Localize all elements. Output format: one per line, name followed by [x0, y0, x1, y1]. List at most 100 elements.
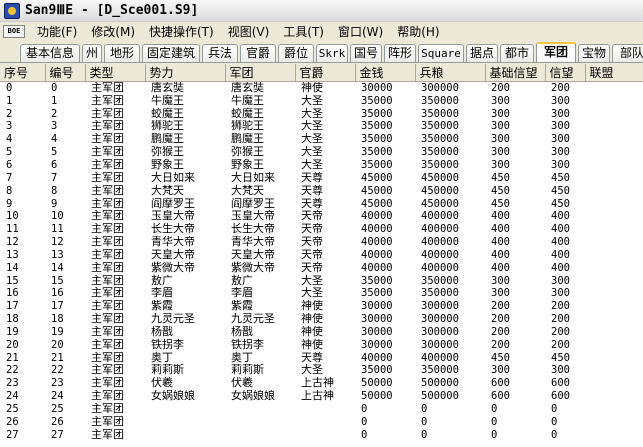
cell-gold[interactable]: 35000: [355, 274, 415, 287]
cell-corps[interactable]: 铁拐李: [225, 338, 295, 351]
cell-reputation[interactable]: 200: [545, 82, 585, 95]
cell-reputation[interactable]: 300: [545, 364, 585, 377]
cell-gold[interactable]: 35000: [355, 94, 415, 107]
cell-reputation[interactable]: 200: [545, 313, 585, 326]
table-row[interactable]: 19 19 主军团 杨戬 杨戬 神使 30000 300000 200 200: [0, 326, 643, 339]
cell-reputation[interactable]: 300: [545, 146, 585, 159]
cell-index[interactable]: 19: [0, 326, 45, 339]
cell-reputation[interactable]: 300: [545, 94, 585, 107]
cell-alliance[interactable]: [585, 146, 643, 159]
cell-faction[interactable]: [145, 415, 225, 428]
table-row[interactable]: 2 2 主军团 蛟魔王 蛟魔王 大圣 35000 350000 300 300: [0, 107, 643, 120]
cell-base-reputation[interactable]: 200: [485, 82, 545, 95]
cell-faction[interactable]: 女娲娘娘: [145, 390, 225, 403]
cell-food[interactable]: 450000: [415, 171, 485, 184]
cell-alliance[interactable]: [585, 197, 643, 210]
cell-food[interactable]: 300000: [415, 300, 485, 313]
cell-id[interactable]: 18: [45, 313, 85, 326]
cell-id[interactable]: 6: [45, 159, 85, 172]
cell-reputation[interactable]: 0: [545, 415, 585, 428]
cell-corps[interactable]: 玉皇大帝: [225, 210, 295, 223]
cell-gold[interactable]: 35000: [355, 146, 415, 159]
corps-table[interactable]: 序号 编号 类型 势力 军团 官爵 金钱 兵粮 基础信望 信望 联盟 0 0 主军团…: [0, 64, 643, 447]
table-row[interactable]: 16 16 主军团 李眉 李眉 大圣 35000 350000 300 300: [0, 287, 643, 300]
cell-corps[interactable]: 奥丁: [225, 351, 295, 364]
cell-gold[interactable]: 35000: [355, 364, 415, 377]
cell-corps[interactable]: 敖广: [225, 274, 295, 287]
cell-base-reputation[interactable]: 300: [485, 94, 545, 107]
cell-index[interactable]: 13: [0, 248, 45, 261]
cell-alliance[interactable]: [585, 390, 643, 403]
table-row[interactable]: 25 25 主军团 0 0 0 0: [0, 403, 643, 416]
cell-corps[interactable]: 狮驼王: [225, 120, 295, 133]
cell-reputation[interactable]: 300: [545, 159, 585, 172]
cell-index[interactable]: 25: [0, 403, 45, 416]
cell-base-reputation[interactable]: 300: [485, 133, 545, 146]
cell-rank[interactable]: 天帝: [295, 261, 355, 274]
cell-index[interactable]: 0: [0, 82, 45, 95]
tab-formation[interactable]: 阵形: [384, 44, 416, 62]
cell-base-reputation[interactable]: 400: [485, 261, 545, 274]
cell-base-reputation[interactable]: 200: [485, 313, 545, 326]
cell-type[interactable]: 主军团: [85, 210, 145, 223]
cell-id[interactable]: 3: [45, 120, 85, 133]
cell-alliance[interactable]: [585, 338, 643, 351]
cell-base-reputation[interactable]: 450: [485, 171, 545, 184]
cell-id[interactable]: 4: [45, 133, 85, 146]
cell-type[interactable]: 主军团: [85, 390, 145, 403]
cell-index[interactable]: 26: [0, 415, 45, 428]
cell-id[interactable]: 24: [45, 390, 85, 403]
cell-faction[interactable]: 阎摩罗王: [145, 197, 225, 210]
cell-gold[interactable]: 40000: [355, 248, 415, 261]
cell-index[interactable]: 2: [0, 107, 45, 120]
tab-peerage[interactable]: 爵位: [278, 44, 314, 62]
cell-reputation[interactable]: 400: [545, 210, 585, 223]
cell-food[interactable]: 350000: [415, 274, 485, 287]
table-row[interactable]: 14 14 主军团 紫微大帝 紫微大帝 天帝 40000 400000 400 400: [0, 261, 643, 274]
cell-id[interactable]: 10: [45, 210, 85, 223]
cell-alliance[interactable]: [585, 313, 643, 326]
table-row[interactable]: 23 23 主军团 伏羲 伏羲 上古神 50000 500000 600 600: [0, 377, 643, 390]
cell-corps[interactable]: 天皇大帝: [225, 248, 295, 261]
cell-alliance[interactable]: [585, 248, 643, 261]
cell-faction[interactable]: 玉皇大帝: [145, 210, 225, 223]
table-row[interactable]: 13 13 主军团 天皇大帝 天皇大帝 天帝 40000 400000 400 400: [0, 248, 643, 261]
cell-type[interactable]: 主军团: [85, 120, 145, 133]
table-row[interactable]: 20 20 主军团 铁拐李 铁拐李 神使 30000 300000 200 200: [0, 338, 643, 351]
cell-faction[interactable]: 野象王: [145, 159, 225, 172]
cell-reputation[interactable]: 600: [545, 390, 585, 403]
cell-index[interactable]: 9: [0, 197, 45, 210]
cell-gold[interactable]: 40000: [355, 210, 415, 223]
cell-base-reputation[interactable]: 300: [485, 287, 545, 300]
cell-rank[interactable]: 天尊: [295, 351, 355, 364]
cell-gold[interactable]: 40000: [355, 261, 415, 274]
menu-window[interactable]: 窗口(W): [332, 23, 391, 40]
menu-function[interactable]: 功能(F): [31, 23, 85, 40]
cell-base-reputation[interactable]: 600: [485, 390, 545, 403]
cell-reputation[interactable]: 300: [545, 120, 585, 133]
cell-id[interactable]: 26: [45, 415, 85, 428]
cell-alliance[interactable]: [585, 107, 643, 120]
cell-type[interactable]: 主军团: [85, 403, 145, 416]
cell-food[interactable]: 350000: [415, 133, 485, 146]
cell-index[interactable]: 11: [0, 223, 45, 236]
cell-id[interactable]: 12: [45, 236, 85, 249]
cell-food[interactable]: 350000: [415, 364, 485, 377]
cell-alliance[interactable]: [585, 300, 643, 313]
cell-food[interactable]: 400000: [415, 236, 485, 249]
table-row[interactable]: 6 6 主军团 野象王 野象王 大圣 35000 350000 300 300: [0, 159, 643, 172]
cell-index[interactable]: 15: [0, 274, 45, 287]
cell-type[interactable]: 主军团: [85, 364, 145, 377]
cell-gold[interactable]: 0: [355, 428, 415, 441]
cell-alliance[interactable]: [585, 351, 643, 364]
cell-type[interactable]: 主军团: [85, 326, 145, 339]
cell-food[interactable]: 500000: [415, 377, 485, 390]
cell-corps[interactable]: 弥猴王: [225, 146, 295, 159]
cell-index[interactable]: 21: [0, 351, 45, 364]
cell-type[interactable]: 主军团: [85, 223, 145, 236]
cell-gold[interactable]: 35000: [355, 133, 415, 146]
cell-index[interactable]: 18: [0, 313, 45, 326]
col-header-reputation[interactable]: 信望: [545, 64, 586, 82]
tab-tactics[interactable]: 兵法: [202, 44, 238, 62]
cell-faction[interactable]: 莉莉斯: [145, 364, 225, 377]
